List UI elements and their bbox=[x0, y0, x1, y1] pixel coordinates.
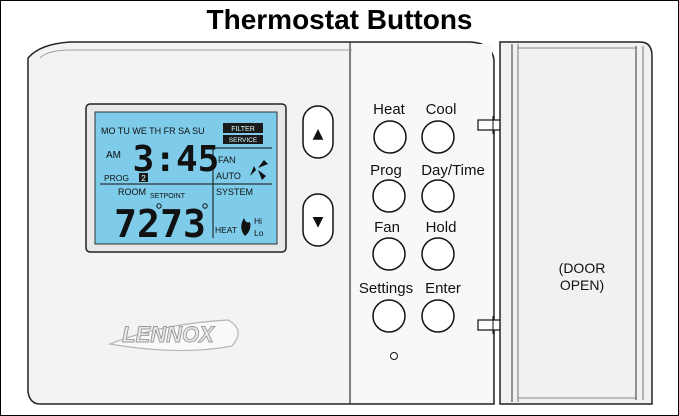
lcd-heat: HEAT bbox=[215, 225, 237, 235]
lcd-prog: PROG bbox=[104, 173, 129, 183]
hold-button[interactable] bbox=[421, 237, 455, 271]
lcd-room-temp: 72 bbox=[114, 202, 160, 246]
heat-label: Heat bbox=[373, 101, 406, 118]
thermostat-illustration: MO TU WE TH FR SA SU FILTER SERVICE AM 3… bbox=[27, 41, 653, 405]
lcd-lo: Lo bbox=[254, 228, 264, 238]
fan-button[interactable] bbox=[372, 237, 406, 271]
lcd-room: ROOM bbox=[118, 187, 146, 197]
down-arrow-button[interactable]: ▼ bbox=[302, 193, 334, 247]
enter-button[interactable] bbox=[421, 299, 455, 333]
door-label-line1: (DOOR bbox=[559, 260, 606, 276]
lcd-set-temp: 73 bbox=[160, 202, 206, 246]
lcd-auto: AUTO bbox=[216, 171, 241, 181]
settings-button[interactable] bbox=[372, 299, 406, 333]
lcd-filter: FILTER bbox=[231, 126, 255, 133]
open-door bbox=[499, 41, 653, 405]
down-arrow-icon: ▼ bbox=[313, 214, 324, 230]
lcd-service: SERVICE bbox=[229, 137, 258, 144]
diagram-title: Thermostat Buttons bbox=[206, 4, 473, 35]
lcd-am: AM bbox=[106, 150, 121, 161]
lcd-prog-num: 2 bbox=[141, 174, 146, 183]
lcd-fan: FAN bbox=[218, 155, 236, 165]
cool-label: Cool bbox=[426, 101, 457, 118]
up-arrow-button[interactable]: ▲ bbox=[302, 105, 334, 159]
enter-label: Enter bbox=[425, 280, 461, 297]
lcd-setpoint: SETPOINT bbox=[150, 193, 186, 200]
heat-button[interactable] bbox=[373, 120, 407, 154]
prog-label: Prog bbox=[370, 162, 402, 179]
indicator-light bbox=[390, 352, 398, 360]
cool-button[interactable] bbox=[421, 120, 455, 154]
up-arrow-icon: ▲ bbox=[313, 126, 324, 142]
hold-label: Hold bbox=[426, 219, 457, 236]
fan-label: Fan bbox=[374, 219, 400, 236]
prog-button[interactable] bbox=[372, 179, 406, 213]
button-panel bbox=[352, 44, 492, 402]
lennox-logo: LENNOX bbox=[107, 319, 239, 352]
brand-name: LENNOX bbox=[122, 322, 215, 347]
settings-label: Settings bbox=[359, 280, 413, 297]
lcd-system: SYSTEM bbox=[216, 187, 253, 197]
door-label-line2: OPEN) bbox=[560, 277, 604, 293]
lcd-days: MO TU WE TH FR SA SU bbox=[101, 126, 205, 136]
daytime-button[interactable] bbox=[421, 179, 455, 213]
lcd-hi: Hi bbox=[254, 216, 262, 226]
daytime-label: Day/Time bbox=[421, 162, 485, 179]
